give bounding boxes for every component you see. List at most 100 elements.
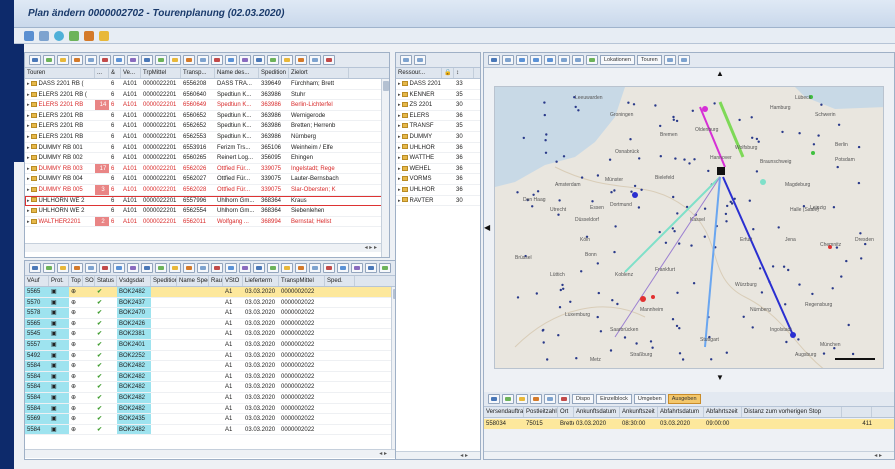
col-rau[interactable]: Rau <box>209 276 223 286</box>
col-abfahrtszeit[interactable]: Abfahrtszeit <box>704 407 742 417</box>
toolbar-button-icon[interactable] <box>183 55 195 65</box>
toolbar-button-icon[interactable] <box>85 55 97 65</box>
pan-down-arrow[interactable]: ▼ <box>716 373 724 382</box>
stops-button-1[interactable]: Einzelblock <box>596 394 632 404</box>
map-canvas[interactable]: Leeuwarden Groningen Oldenburg Bremen Hambur… <box>494 86 884 369</box>
toolbar-button-icon[interactable] <box>169 263 181 273</box>
tour-row[interactable]: ▸ DUMMY RB 005 3 6 A101 0000022201 6562028 Ottf… <box>25 184 389 196</box>
toolbar-button-icon[interactable] <box>488 394 500 404</box>
delivery-row[interactable]: 5584 ▣ ⊕ ✔ BOK2482 A1 03.03.2020 0000002022 <box>25 361 399 372</box>
toolbar-button-icon[interactable] <box>225 263 237 273</box>
resource-row[interactable]: ▸ DASS 2201 33 <box>396 79 480 90</box>
col-name[interactable]: Name des... <box>215 68 259 78</box>
delivery-row[interactable]: 5545 ▣ ⊕ ✔ BOK2381 A1 03.03.2020 0000002022 <box>25 329 399 340</box>
pencil-icon[interactable] <box>99 30 109 41</box>
toolbar-button-icon[interactable] <box>516 394 528 404</box>
expand-arrow-icon[interactable]: ▸ <box>27 198 30 204</box>
toolbar-button-icon[interactable] <box>295 55 307 65</box>
stops-button-3[interactable]: Ausgeben <box>667 394 701 404</box>
toolbar-button-icon[interactable] <box>295 263 307 273</box>
tour-row[interactable]: ▸ DUMMY RB 004 6 A101 0000022201 6562027 Ottfi… <box>25 174 389 185</box>
col-lieferterm[interactable]: Lieferterm <box>243 276 279 286</box>
expand-arrow-icon[interactable]: ▸ <box>27 219 30 225</box>
expand-arrow-icon[interactable]: ▸ <box>27 166 30 172</box>
tour-row[interactable]: ▸ ELERS 2201 RB (6 A101 0000022201 6560640 Sp… <box>25 90 389 101</box>
resource-row[interactable]: ▸ KENNER 35 <box>396 90 480 101</box>
toolbar-button-icon[interactable] <box>281 55 293 65</box>
toolbar-button-icon[interactable] <box>211 263 223 273</box>
resource-row[interactable]: ▸ TRANSF 35 <box>396 121 480 132</box>
stop-row[interactable]: 558034 75015 Bretten 03.03.2020 08:30:00… <box>484 419 894 430</box>
toolbar-button-icon[interactable] <box>211 55 223 65</box>
resource-row[interactable]: ▸ WATTHE 36 <box>396 153 480 164</box>
col-transpmittel[interactable]: TranspMittel <box>279 276 325 286</box>
delivery-row[interactable]: 5492 ▣ ⊕ ✔ BOK2252 A1 03.03.2020 0000002022 <box>25 350 399 362</box>
tour-row[interactable]: ▸ ELERS 2201 RB 6 A101 0000022201 6562652 Sped… <box>25 121 389 132</box>
tour-row[interactable]: ▸ WALTHER2201 2 6 A101 0000022201 6562011 Wolfg… <box>25 216 389 228</box>
expand-arrow-icon[interactable]: ▸ <box>27 102 30 108</box>
print-icon[interactable] <box>677 55 690 65</box>
resource-row[interactable]: ▸ ZS 2201 30 <box>396 100 480 111</box>
col-top[interactable]: Top <box>69 276 83 286</box>
delivery-row[interactable]: 5584 ▣ ⊕ ✔ BOK2482 A1 03.03.2020 0000002022 <box>25 424 399 436</box>
toolbar-button-icon[interactable] <box>43 55 55 65</box>
depot-marker[interactable] <box>717 167 725 175</box>
toolbar-button-icon[interactable] <box>225 55 237 65</box>
toolbar-button-icon[interactable] <box>71 263 83 273</box>
tour-row[interactable]: ▸ DUMMY RB 003 17 6 A101 0000022201 6562026 Ott… <box>25 163 389 175</box>
col-ankunftsdatum[interactable]: Ankunftsdatum <box>574 407 620 417</box>
delivery-row[interactable]: 5584 ▣ ⊕ ✔ BOK2482 A1 03.03.2020 0000002022 <box>25 403 399 415</box>
toolbar-button-icon[interactable] <box>155 55 167 65</box>
locations-button[interactable]: Lokationen <box>600 55 635 65</box>
col-transp[interactable]: Transp... <box>181 68 215 78</box>
col-touren[interactable]: Touren <box>25 68 95 78</box>
toolbar-button-icon[interactable] <box>141 263 153 273</box>
toolbar-button-icon[interactable] <box>127 55 139 65</box>
toolbar-button-icon[interactable] <box>309 55 321 65</box>
stops-button-0[interactable]: Dispo <box>572 394 595 404</box>
stop-red[interactable] <box>640 296 646 302</box>
toolbar-button-icon[interactable] <box>267 55 279 65</box>
tour-row[interactable]: ▸ UHLHORN WE 2 6 A101 0000022201 6562554 Uhlho… <box>25 206 389 217</box>
toolbar-button-icon[interactable] <box>365 263 377 273</box>
truck-icon[interactable] <box>84 30 94 41</box>
expand-arrow-icon[interactable]: ▸ <box>398 102 401 108</box>
toolbar-button-icon[interactable] <box>502 394 514 404</box>
col-trpmittel[interactable]: TrpMittel <box>141 68 181 78</box>
toolbar-button-icon[interactable] <box>239 263 251 273</box>
expand-arrow-icon[interactable]: ▸ <box>27 208 30 214</box>
toolbar-button-icon[interactable] <box>85 263 97 273</box>
delivery-row[interactable]: 5565 ▣ ⊕ ✔ BOK2482 A1 03.03.2020 0000002022 <box>25 287 399 298</box>
expand-arrow-icon[interactable]: ▸ <box>27 134 30 140</box>
tours-hscroll[interactable]: ◂ ▸ ▸ <box>25 243 389 252</box>
toolbar-button-icon[interactable] <box>29 263 41 273</box>
toolbar-button-icon[interactable] <box>71 55 83 65</box>
toolbar-button-icon[interactable] <box>57 263 69 273</box>
toolbar-button-icon[interactable] <box>530 394 542 404</box>
resource-row[interactable]: ▸ UHLHOR 36 <box>396 185 480 196</box>
toolbar-button-icon[interactable] <box>351 263 363 273</box>
collapse-icon[interactable] <box>414 55 426 65</box>
col-zielort[interactable]: Zielort <box>289 68 349 78</box>
delivery-row[interactable]: 5557 ▣ ⊕ ✔ BOK2401 A1 03.03.2020 0000002022 <box>25 339 399 351</box>
toolbar-button-icon[interactable] <box>29 55 41 65</box>
expand-arrow-icon[interactable]: ▸ <box>398 187 401 193</box>
resource-row[interactable]: ▸ UHLHOR 36 <box>396 143 480 154</box>
globe-icon[interactable] <box>54 30 64 41</box>
toolbar-button-icon[interactable] <box>558 394 570 404</box>
back-icon[interactable] <box>24 30 34 41</box>
col-amp[interactable]: & <box>109 68 121 78</box>
expand-arrow-icon[interactable]: ▸ <box>27 123 30 129</box>
toolbar-button-icon[interactable] <box>379 263 391 273</box>
tour-row[interactable]: ▸ DASS 2201 RB (6 A101 0000022201 6556208 DAS… <box>25 79 389 90</box>
toolbar-button-icon[interactable] <box>309 263 321 273</box>
redo-icon[interactable] <box>572 55 584 65</box>
settings-icon[interactable] <box>663 55 676 65</box>
toolbar-button-icon[interactable] <box>197 55 209 65</box>
col-ankunftszeit[interactable]: Ankunftszeit <box>620 407 658 417</box>
col-num[interactable]: ↕ <box>454 68 474 78</box>
col-plz[interactable]: Postleitzahl <box>524 407 558 417</box>
expand-arrow-icon[interactable]: ▸ <box>398 134 401 140</box>
delivery-row[interactable]: 5584 ▣ ⊕ ✔ BOK2482 A1 03.03.2020 0000002022 <box>25 382 399 393</box>
expand-arrow-icon[interactable]: ▸ <box>27 187 30 193</box>
